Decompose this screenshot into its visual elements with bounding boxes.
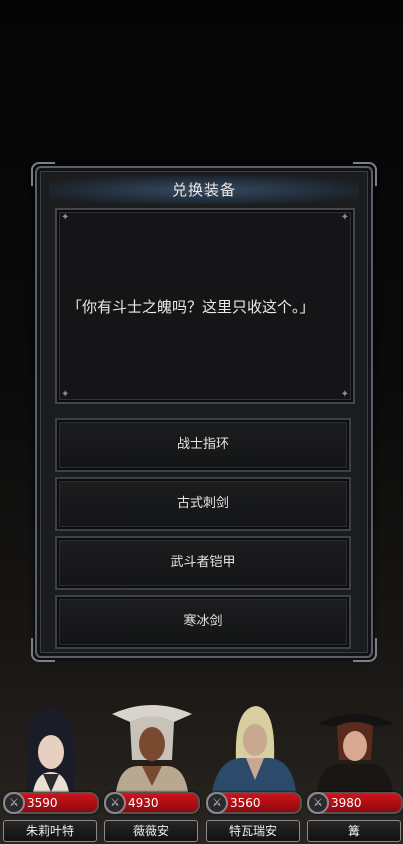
npc-message: 「你有斗士之魄吗？这里只收这个。」 [67,298,315,316]
sword-emblem-icon: ⚔ [3,792,25,814]
party-member[interactable]: ⚔ 4930 薇薇安 [102,700,202,844]
sword-emblem-icon: ⚔ [307,792,329,814]
exchange-dialog: 兑换装备 ✦ ✦ ✦ ✦ 「你有斗士之魄吗？这里只收这个。」 战士指环 古式刺剑… [31,162,377,662]
dialog-title: 兑换装备 [49,176,359,204]
portrait [27,708,75,792]
option-button[interactable]: 战士指环 [55,418,351,472]
portrait [112,705,192,792]
portrait [317,714,395,792]
message-box: ✦ ✦ ✦ ✦ 「你有斗士之魄吗？这里只收这个。」 [55,208,355,404]
sparkle-icon: ✦ [340,212,349,223]
sparkle-icon: ✦ [61,212,70,223]
hp-bar: ⚔ 4930 [104,792,200,814]
party-member[interactable]: ⚔ 3590 朱莉叶特 [1,700,101,844]
hp-value: 3590 [27,796,58,810]
frame-corner [31,638,55,662]
sparkle-icon: ✦ [61,389,70,400]
frame-corner [353,638,377,662]
portrait [212,706,296,792]
sword-emblem-icon: ⚔ [206,792,228,814]
hp-value: 3560 [230,796,261,810]
party-member[interactable]: ⚔ 3560 特瓦瑞安 [204,700,304,844]
member-name: 薇薇安 [104,820,198,842]
hp-value: 4930 [128,796,159,810]
member-name: 篝 [307,820,401,842]
option-button[interactable]: 古式刺剑 [55,477,351,531]
sword-emblem-icon: ⚔ [104,792,126,814]
option-button[interactable]: 武斗者铠甲 [55,536,351,590]
option-button[interactable]: 寒冰剑 [55,595,351,649]
hp-bar: ⚔ 3590 [3,792,99,814]
hp-value: 3980 [331,796,362,810]
member-name: 特瓦瑞安 [206,820,300,842]
member-name: 朱莉叶特 [3,820,97,842]
hp-bar: ⚔ 3560 [206,792,302,814]
sparkle-icon: ✦ [340,389,349,400]
hp-bar: ⚔ 3980 [307,792,403,814]
party-member[interactable]: ⚔ 3980 篝 [305,700,403,844]
